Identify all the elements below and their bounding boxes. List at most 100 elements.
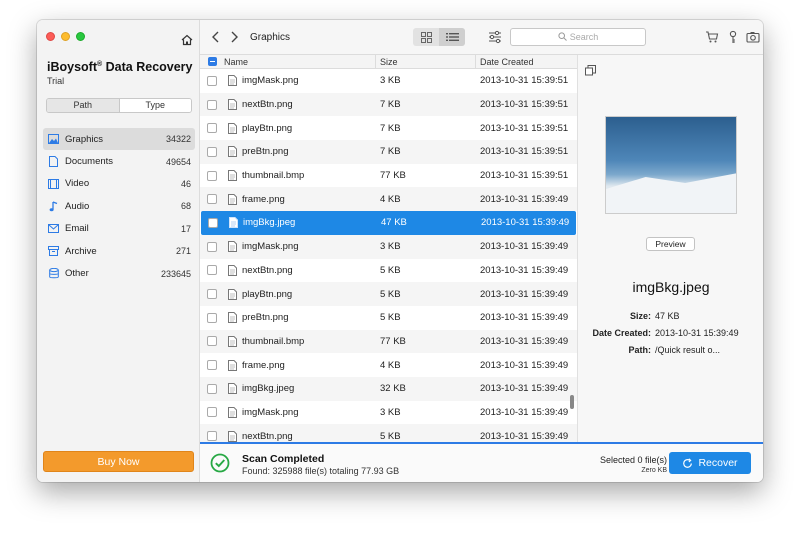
buy-now-button[interactable]: Buy Now xyxy=(43,451,194,472)
table-row[interactable]: imgMask.png 3 KB 2013-10-31 15:39:51 xyxy=(200,69,577,93)
row-checkbox[interactable] xyxy=(207,123,217,134)
table-row[interactable]: playBtn.png 7 KB 2013-10-31 15:39:51 xyxy=(200,116,577,140)
table-row[interactable]: frame.png 4 KB 2013-10-31 15:39:49 xyxy=(200,353,577,377)
row-checkbox[interactable] xyxy=(207,194,217,205)
key-icon[interactable] xyxy=(726,30,740,44)
table-row[interactable]: nextBtn.png 5 KB 2013-10-31 15:39:49 xyxy=(200,259,577,283)
table-row[interactable]: imgMask.png 3 KB 2013-10-31 15:39:49 xyxy=(200,234,577,259)
table-row[interactable]: imgBkg.jpeg 32 KB 2013-10-31 15:39:49 xyxy=(200,376,577,401)
row-checkbox[interactable] xyxy=(208,217,218,228)
row-checkbox[interactable] xyxy=(207,431,217,442)
list-icon xyxy=(445,33,459,41)
sidebar-item-graphics[interactable]: Graphics 34322 xyxy=(43,128,195,151)
file-name: imgMask.png xyxy=(242,75,299,87)
filter-sliders-icon[interactable] xyxy=(488,30,502,44)
file-name: playBtn.png xyxy=(242,122,293,134)
sidebar-item-other[interactable]: Other 233645 xyxy=(43,262,195,284)
row-checkbox[interactable] xyxy=(207,241,217,252)
window-restore-icon[interactable] xyxy=(585,65,596,76)
list-view-button[interactable] xyxy=(439,28,465,46)
file-icon xyxy=(224,359,240,371)
preview-thumbnail xyxy=(605,116,737,214)
table-row[interactable]: imgBkg.jpeg 47 KB 2013-10-31 15:39:49 xyxy=(201,211,576,235)
row-checkbox[interactable] xyxy=(207,265,217,276)
file-name: nextBtn.png xyxy=(242,430,293,442)
file-icon xyxy=(224,264,240,276)
recover-button[interactable]: Recover xyxy=(669,452,751,474)
image-icon xyxy=(48,134,59,145)
file-size: 77 KB xyxy=(380,170,406,182)
file-size: 4 KB xyxy=(380,359,401,371)
row-checkbox[interactable] xyxy=(207,360,217,371)
search-input[interactable]: Search xyxy=(510,28,646,46)
table-row[interactable]: thumbnail.bmp 77 KB 2013-10-31 15:39:51 xyxy=(200,164,577,188)
file-icon xyxy=(224,383,240,395)
table-row[interactable]: playBtn.png 5 KB 2013-10-31 15:39:49 xyxy=(200,282,577,306)
file-size: 7 KB xyxy=(380,99,401,111)
row-checkbox[interactable] xyxy=(207,407,217,418)
camera-icon[interactable] xyxy=(746,30,760,44)
column-header-date[interactable]: Date Created xyxy=(476,55,577,69)
file-size: 5 KB xyxy=(380,264,401,276)
table-row[interactable]: thumbnail.bmp 77 KB 2013-10-31 15:39:49 xyxy=(200,329,577,354)
preview-path-row: Path: /Quick result o... xyxy=(578,345,763,355)
row-checkbox[interactable] xyxy=(207,336,217,347)
file-size: 5 KB xyxy=(380,288,401,300)
file-date: 2013-10-31 15:39:51 xyxy=(480,75,569,87)
file-icon xyxy=(224,193,240,205)
list-scrollbar[interactable] xyxy=(570,395,574,409)
row-checkbox[interactable] xyxy=(207,75,217,86)
column-header-name[interactable]: Name xyxy=(224,55,376,68)
cart-icon[interactable] xyxy=(705,30,719,44)
back-arrow-icon[interactable] xyxy=(211,31,221,43)
envelope-icon xyxy=(48,223,59,234)
home-icon[interactable] xyxy=(181,34,193,46)
file-date: 2013-10-31 15:39:49 xyxy=(480,241,569,253)
file-icon xyxy=(224,406,240,418)
grid-view-button[interactable] xyxy=(413,28,439,46)
recover-label: Recover xyxy=(698,457,738,469)
table-row[interactable]: imgMask.png 3 KB 2013-10-31 15:39:49 xyxy=(200,401,577,425)
file-date: 2013-10-31 15:39:49 xyxy=(480,193,569,205)
row-checkbox[interactable] xyxy=(207,383,217,394)
minimize-window-button[interactable] xyxy=(61,32,70,41)
close-window-button[interactable] xyxy=(46,32,55,41)
zoom-window-button[interactable] xyxy=(76,32,85,41)
table-row[interactable]: frame.png 4 KB 2013-10-31 15:39:49 xyxy=(200,187,577,212)
file-icon xyxy=(224,170,240,182)
preview-panel: Preview imgBkg.jpeg Size: 47 KB Date Cre… xyxy=(577,55,763,442)
sidebar-item-email[interactable]: Email 17 xyxy=(43,218,195,240)
file-name: thumbnail.bmp xyxy=(242,170,305,182)
file-name: frame.png xyxy=(242,193,285,205)
forward-arrow-icon[interactable] xyxy=(229,31,239,43)
table-row[interactable]: preBtn.png 7 KB 2013-10-31 15:39:51 xyxy=(200,140,577,164)
select-all-checkbox[interactable] xyxy=(207,57,217,66)
sidebar-item-documents[interactable]: Documents 49654 xyxy=(43,150,195,172)
preview-button[interactable]: Preview xyxy=(646,237,695,251)
column-header-size[interactable]: Size xyxy=(376,55,476,68)
row-checkbox[interactable] xyxy=(207,99,217,110)
row-checkbox[interactable] xyxy=(207,146,217,157)
sidebar-item-label: Other xyxy=(65,268,89,280)
file-name: nextBtn.png xyxy=(242,99,293,111)
segment-path[interactable]: Path xyxy=(47,99,120,112)
sidebar-item-video[interactable]: Video 46 xyxy=(43,173,195,195)
row-checkbox[interactable] xyxy=(207,312,217,323)
grid-icon xyxy=(420,31,432,43)
scan-summary: Found: 325988 file(s) totaling 77.93 GB xyxy=(242,466,400,476)
sidebar-item-label: Video xyxy=(65,178,90,190)
row-checkbox[interactable] xyxy=(207,289,217,300)
sidebar-item-label: Audio xyxy=(65,200,90,212)
file-date: 2013-10-31 15:39:51 xyxy=(480,99,569,111)
breadcrumb: Graphics xyxy=(250,32,291,43)
database-icon xyxy=(48,268,59,279)
table-row[interactable]: preBtn.png 5 KB 2013-10-31 15:39:49 xyxy=(200,306,577,330)
segment-type[interactable]: Type xyxy=(119,99,191,112)
row-checkbox[interactable] xyxy=(207,170,217,181)
table-row[interactable]: nextBtn.png 7 KB 2013-10-31 15:39:51 xyxy=(200,92,577,117)
sidebar-item-audio[interactable]: Audio 68 xyxy=(43,195,195,217)
file-icon xyxy=(224,75,240,87)
sidebar-item-label: Documents xyxy=(65,156,114,168)
table-row[interactable]: nextBtn.png 5 KB 2013-10-31 15:39:49 xyxy=(200,424,577,442)
sidebar-item-archive[interactable]: Archive 271 xyxy=(43,240,195,262)
